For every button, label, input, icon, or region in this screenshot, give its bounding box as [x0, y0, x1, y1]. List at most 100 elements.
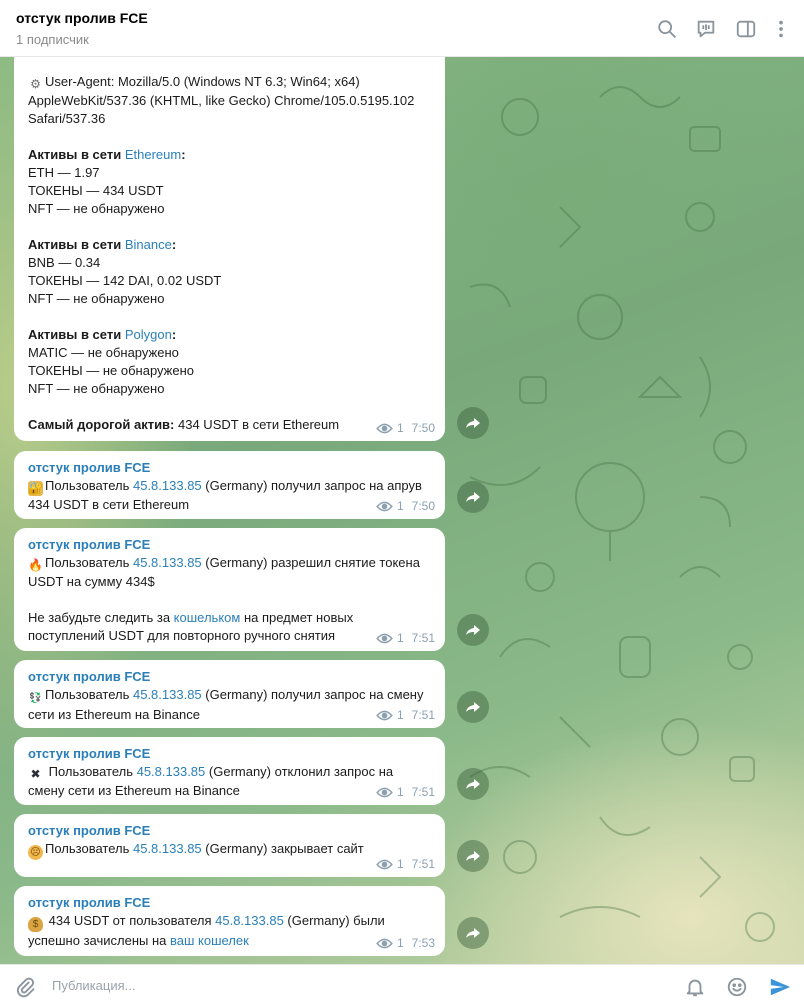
- eye-icon: [376, 859, 393, 869]
- text-part: (Germany) закрывает сайт: [201, 841, 364, 856]
- view-count: 1: [396, 857, 404, 871]
- ip-link[interactable]: 45.8.133.85: [133, 841, 202, 856]
- share-button[interactable]: [457, 917, 489, 949]
- share-arrow-icon: [466, 928, 480, 938]
- text-part: Пользователь: [45, 687, 133, 702]
- lock-key-icon: 🔐: [28, 481, 43, 496]
- ip-link[interactable]: 45.8.133.85: [133, 478, 202, 493]
- view-count: 1: [396, 785, 404, 799]
- assets-heading: Активы в сети: [28, 237, 125, 252]
- chat-area[interactable]: ⚙ User-Agent: Mozilla/5.0 (Windows NT 6.3…: [0, 57, 804, 964]
- message-bubble[interactable]: отстук пролив FCE ✖ Пользователь 45.8.13…: [14, 737, 445, 805]
- post-input[interactable]: Публикация...: [52, 978, 135, 993]
- user-agent-line: Safari/537.36: [28, 111, 106, 126]
- top-asset-value: 434 USDT в сети Ethereum: [174, 417, 340, 432]
- share-button[interactable]: [457, 840, 489, 872]
- sidebar-toggle-icon[interactable]: [733, 16, 759, 42]
- wallet-link[interactable]: ваш кошелек: [170, 933, 249, 948]
- ip-link[interactable]: 45.8.133.85: [215, 913, 284, 928]
- share-arrow-icon: [466, 492, 480, 502]
- more-vertical-icon[interactable]: [768, 16, 794, 42]
- message-bubble[interactable]: отстук пролив FCE ☹ Пользователь 45.8.133…: [14, 814, 445, 877]
- message-sender[interactable]: отстук пролив FCE: [28, 459, 433, 476]
- colon: :: [171, 327, 177, 342]
- share-button[interactable]: [457, 768, 489, 800]
- view-count: 1: [396, 421, 404, 435]
- eye-icon: [376, 938, 393, 948]
- ip-link[interactable]: 45.8.133.85: [137, 764, 206, 779]
- message-bubble[interactable]: отстук пролив FCE $ 434 USDT от пользова…: [14, 886, 445, 956]
- user-agent-line: AppleWebKit/537.36 (KHTML, like Gecko) C…: [28, 93, 415, 108]
- share-button[interactable]: [457, 481, 489, 513]
- message-sender[interactable]: отстук пролив FCE: [28, 668, 433, 685]
- share-arrow-icon: [466, 625, 480, 635]
- asset-line: ТОКЕНЫ — 142 DAI, 0.02 USDT: [28, 273, 222, 288]
- share-button[interactable]: [457, 691, 489, 723]
- sad-face-icon: ☹: [28, 845, 43, 860]
- network-link[interactable]: Binance: [125, 237, 172, 252]
- message-text: 🔐 Пользователь 45.8.133.85 (Germany) полу…: [28, 477, 433, 514]
- network-link[interactable]: Polygon: [125, 327, 172, 342]
- asset-line: NFT — не обнаружено: [28, 291, 165, 306]
- send-icon[interactable]: [767, 974, 793, 1000]
- message-meta: 1 7:51: [376, 706, 435, 724]
- emoji-icon[interactable]: [724, 974, 750, 1000]
- asset-line: ETH — 1.97: [28, 165, 100, 180]
- message-time: 7:53: [411, 936, 435, 950]
- message-meta: 1 7:51: [376, 783, 435, 801]
- share-button[interactable]: [457, 407, 489, 439]
- bell-icon[interactable]: [682, 974, 708, 1000]
- wallet-link[interactable]: кошельком: [174, 610, 241, 625]
- message-text: ✖ Пользователь 45.8.133.85 (Germany) отк…: [28, 763, 433, 800]
- share-button[interactable]: [457, 614, 489, 646]
- message-text: 💱 Пользователь 45.8.133.85 (Germany) полу…: [28, 686, 433, 724]
- paperclip-icon[interactable]: [12, 974, 38, 1000]
- asset-line: ТОКЕНЫ — не обнаружено: [28, 363, 195, 378]
- cross-mark-icon: ✖: [30, 767, 41, 781]
- text-part: Пользователь: [45, 478, 133, 493]
- message-bubble[interactable]: отстук пролив FCE 🔥 Пользователь 45.8.133…: [14, 528, 445, 651]
- text-part: Не забудьте следить за: [28, 610, 174, 625]
- message-time: 7:51: [411, 857, 435, 871]
- text-part: Пользователь: [45, 764, 137, 779]
- message-composer: Публикация...: [0, 964, 804, 1007]
- message-bubble[interactable]: ⚙ User-Agent: Mozilla/5.0 (Windows NT 6.3…: [14, 57, 445, 441]
- message-meta: 1 7:50: [376, 419, 435, 437]
- channel-title[interactable]: отстук пролив FCE: [16, 10, 148, 26]
- share-arrow-icon: [466, 702, 480, 712]
- gear-icon: ⚙: [30, 77, 41, 91]
- message-time: 7:51: [411, 631, 435, 645]
- message-time: 7:50: [411, 499, 435, 513]
- message-bubble[interactable]: отстук пролив FCE 💱 Пользователь 45.8.133…: [14, 660, 445, 728]
- money-bag-icon: $: [28, 917, 43, 932]
- asset-line: NFT — не обнаружено: [28, 201, 165, 216]
- currency-exchange-icon: 💱: [29, 693, 42, 704]
- message-sender[interactable]: отстук пролив FCE: [28, 894, 433, 911]
- eye-icon: [376, 633, 393, 643]
- ip-link[interactable]: 45.8.133.85: [133, 687, 202, 702]
- view-count: 1: [396, 936, 404, 950]
- message-sender[interactable]: отстук пролив FCE: [28, 536, 433, 553]
- colon: :: [171, 237, 177, 252]
- view-count: 1: [396, 499, 404, 513]
- eye-icon: [376, 710, 393, 720]
- view-count: 1: [396, 631, 404, 645]
- share-arrow-icon: [466, 779, 480, 789]
- message-text: 🔥 Пользователь 45.8.133.85 (Germany) разр…: [28, 554, 433, 591]
- message-time: 7:51: [411, 708, 435, 722]
- network-link[interactable]: Ethereum: [125, 147, 181, 162]
- message-meta: 1 7:51: [376, 629, 435, 647]
- comments-icon[interactable]: [693, 16, 719, 42]
- share-arrow-icon: [466, 851, 480, 861]
- message-sender[interactable]: отстук пролив FCE: [28, 745, 433, 762]
- top-asset-label: Самый дорогой актив:: [28, 417, 175, 432]
- subscriber-count: 1 подписчик: [16, 32, 89, 47]
- text-part: 434 USDT от пользователя: [45, 913, 216, 928]
- text-part: Пользователь: [45, 555, 133, 570]
- text-part: Пользователь: [45, 841, 133, 856]
- message-text: Не забудьте следить за кошельком на пред…: [28, 609, 433, 645]
- search-icon[interactable]: [654, 16, 680, 42]
- message-sender[interactable]: отстук пролив FCE: [28, 822, 433, 839]
- message-bubble[interactable]: отстук пролив FCE 🔐 Пользователь 45.8.133…: [14, 451, 445, 519]
- ip-link[interactable]: 45.8.133.85: [133, 555, 202, 570]
